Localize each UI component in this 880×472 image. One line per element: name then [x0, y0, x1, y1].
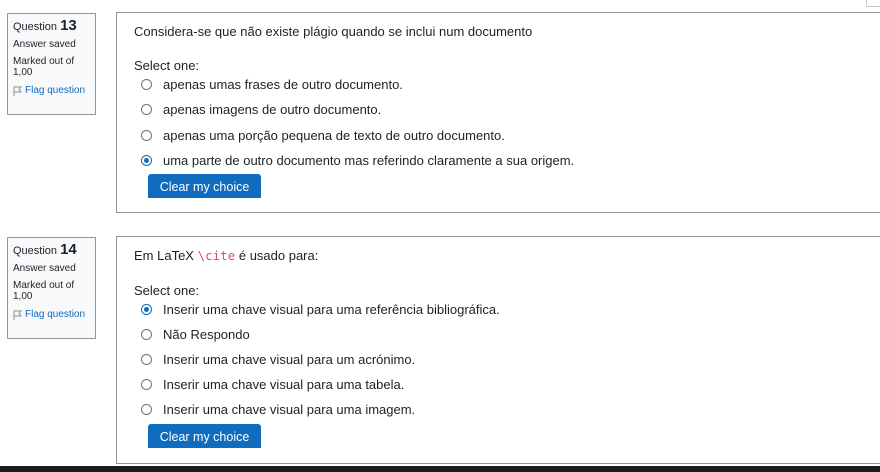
select-one-label: Select one: [134, 283, 200, 298]
question-text: Em LaTeX \cite é usado para: [134, 248, 318, 263]
answer-option[interactable]: apenas imagens de outro documento. [141, 100, 381, 118]
flag-question-label: Flag question [25, 85, 86, 96]
answer-state: Answer saved [13, 39, 76, 50]
answer-option[interactable]: Inserir uma chave visual para uma tabela… [141, 375, 404, 393]
answer-option-label: Inserir uma chave visual para uma referê… [163, 301, 500, 317]
answer-option-label: apenas umas frases de outro documento. [163, 76, 403, 92]
radio-button[interactable] [141, 78, 152, 90]
answer-option-label: apenas imagens de outro documento. [163, 101, 382, 117]
question-info-13: Question 13 Answer saved Marked out of 1… [7, 13, 96, 115]
question-number-value: 14 [60, 241, 77, 258]
window-corner [866, 0, 880, 7]
latex-code: \cite [197, 248, 236, 263]
answer-option[interactable]: Inserir uma chave visual para uma imagem… [141, 400, 415, 418]
quiz-page: Question 13 Answer saved Marked out of 1… [0, 0, 880, 472]
radio-button-selected[interactable] [141, 154, 152, 166]
radio-button[interactable] [141, 353, 152, 365]
radio-button[interactable] [141, 129, 152, 141]
answer-option[interactable]: Não Respondo [141, 325, 250, 343]
answer-option-label: Inserir uma chave visual para um acrónim… [163, 351, 416, 367]
answer-state: Answer saved [13, 263, 76, 274]
question-number: Question 14 [13, 242, 90, 259]
answer-option-label: Inserir uma chave visual para uma imagem… [163, 401, 416, 417]
radio-button-selected[interactable] [141, 303, 152, 315]
question-text-prefix: Em LaTeX [134, 248, 198, 263]
answer-option[interactable]: Inserir uma chave visual para um acrónim… [141, 350, 415, 368]
question-content-14: Em LaTeX \cite é usado para: Select one:… [116, 236, 880, 464]
flag-question-label: Flag question [25, 309, 86, 320]
clear-choice-button[interactable]: Clear my choice [148, 174, 261, 198]
radio-button[interactable] [141, 328, 152, 340]
answer-option[interactable]: Inserir uma chave visual para uma referê… [141, 300, 500, 318]
question-info-14: Question 14 Answer saved Marked out of 1… [7, 237, 96, 339]
answer-option-label: Não Respondo [163, 326, 250, 342]
radio-button[interactable] [141, 403, 152, 415]
taskbar-edge [0, 466, 880, 472]
select-one-label: Select one: [134, 58, 200, 73]
answer-option-label: Inserir uma chave visual para uma tabela… [163, 376, 405, 392]
clear-choice-button[interactable]: Clear my choice [148, 424, 261, 448]
radio-button[interactable] [141, 378, 152, 390]
question-text-suffix: é usado para: [235, 248, 319, 263]
question-number-value: 13 [60, 17, 77, 34]
question-content-13: Considera-se que não existe plágio quand… [116, 12, 880, 213]
radio-button[interactable] [141, 103, 152, 115]
flag-icon [13, 310, 22, 320]
answer-option-label: apenas uma porção pequena de texto de ou… [163, 127, 505, 143]
question-number: Question 13 [13, 18, 90, 35]
flag-icon [13, 86, 22, 96]
flag-question-link[interactable]: Flag question [13, 84, 90, 97]
flag-question-link[interactable]: Flag question [13, 308, 90, 321]
answer-option[interactable]: uma parte de outro documento mas referin… [141, 151, 574, 169]
question-label: Question [13, 21, 58, 33]
answer-option-label: uma parte de outro documento mas referin… [163, 152, 575, 168]
answer-option[interactable]: apenas umas frases de outro documento. [141, 75, 403, 93]
grade-info: Marked out of 1,00 [13, 56, 75, 78]
grade-info: Marked out of 1,00 [13, 280, 75, 302]
question-label: Question [13, 245, 58, 257]
question-text: Considera-se que não existe plágio quand… [134, 24, 533, 39]
answer-option[interactable]: apenas uma porção pequena de texto de ou… [141, 126, 505, 144]
